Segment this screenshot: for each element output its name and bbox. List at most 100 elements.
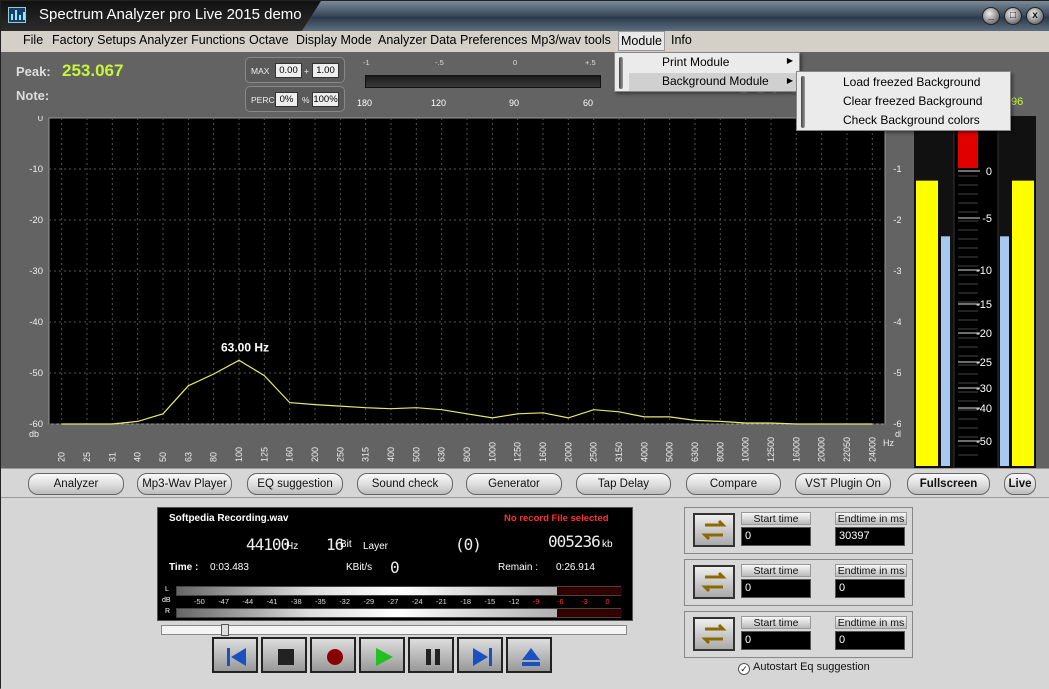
- analyzer-button[interactable]: Analyzer: [28, 473, 124, 495]
- tap-delay-button[interactable]: Tap Delay: [576, 473, 671, 495]
- max-plus-label: +: [304, 66, 309, 76]
- perc-min-input[interactable]: 0%: [275, 92, 298, 107]
- sample-rate-value: 44100: [246, 535, 290, 554]
- menu-factory-setups[interactable]: Factory Setups: [52, 33, 136, 47]
- max-label: MAX: [251, 66, 270, 76]
- mp3-wav-player-button[interactable]: Mp3-Wav Player: [137, 473, 232, 495]
- max-max-input[interactable]: 1.00: [312, 63, 339, 78]
- generator-button[interactable]: Generator: [466, 473, 562, 495]
- menu-preferences[interactable]: Preferences: [460, 33, 527, 47]
- close-button[interactable]: x: [1026, 7, 1044, 25]
- stop-button[interactable]: [261, 637, 307, 673]
- endtime-input[interactable]: 30397: [835, 527, 905, 546]
- submenu-arrow-icon: ▶: [786, 56, 793, 65]
- layer-value: (0): [455, 535, 482, 554]
- seek-bar[interactable]: [161, 624, 627, 636]
- menu-mp3-wav-tools[interactable]: Mp3/wav tools: [531, 33, 611, 47]
- db-scale-label: -12: [508, 597, 520, 606]
- player-display: Softpedia Recording.wav No record File s…: [157, 507, 633, 621]
- play-button[interactable]: [359, 637, 405, 673]
- phase-meter: -1 -.5 0 +.5 180 120 90 60: [353, 56, 611, 111]
- y-unit-left: db: [29, 429, 39, 439]
- x-tick-label: 24000: [867, 437, 877, 462]
- seek-thumb[interactable]: [221, 624, 230, 636]
- layer-label: Layer: [363, 541, 389, 552]
- vu-scale-label: -10: [976, 265, 992, 277]
- level-meter-left: [176, 586, 622, 596]
- app-icon: [8, 7, 26, 23]
- x-tick-label: 125: [259, 447, 269, 462]
- title-bar[interactable]: Spectrum Analyzer pro Live 2015 demo _ □…: [1, 1, 1049, 31]
- vst-plugin-button[interactable]: VST Plugin On: [795, 473, 891, 495]
- peak-label: Peak:: [16, 64, 51, 79]
- db-scale-label: -9: [532, 597, 540, 606]
- max-min-input[interactable]: 0.00: [275, 63, 302, 78]
- live-button[interactable]: Live: [1004, 473, 1036, 495]
- pause-button[interactable]: [408, 637, 454, 673]
- menu-analyzer-data[interactable]: Analyzer Data: [378, 33, 457, 47]
- perc-max-input[interactable]: 100%: [312, 92, 339, 107]
- menu-octave[interactable]: Octave: [249, 33, 289, 47]
- fullscreen-button[interactable]: Fullscreen: [907, 473, 990, 495]
- stop-icon: [278, 649, 294, 665]
- print-module-item[interactable]: Print Module: [662, 55, 729, 69]
- eq-segment-1: Start time Endtime in ms 0 30397: [684, 507, 913, 554]
- y-tick-label-right: -10: [893, 164, 901, 175]
- checkmark-icon: ✓: [738, 663, 750, 675]
- previous-button[interactable]: [212, 637, 258, 673]
- module-dropdown: Print Module ▶ Background Module ▶: [614, 52, 800, 92]
- remain-label: Remain :: [498, 562, 539, 573]
- load-background-item[interactable]: Load freezed Background: [843, 75, 980, 89]
- start-time-input[interactable]: 0: [741, 631, 811, 650]
- background-module-item[interactable]: Background Module: [662, 74, 769, 88]
- endtime-label: Endtime in ms: [835, 512, 907, 525]
- menu-display-mode[interactable]: Display Mode: [296, 33, 372, 47]
- transport-controls: [212, 637, 552, 675]
- perc-control: PERC 0% % 100%: [245, 86, 345, 112]
- submenu-arrow-icon: ▶: [786, 76, 793, 85]
- vu-scale-label: -15: [976, 299, 992, 311]
- remain-value: 0:26.914: [556, 562, 595, 573]
- autostart-checkbox[interactable]: ✓ Autostart Eq suggestion: [738, 661, 870, 675]
- maximize-button[interactable]: □: [1004, 7, 1022, 25]
- spectrum-chart[interactable]: 20 25 31 40 50 63 80 100 125 160 200 250 315 400 500 63…: [21, 116, 901, 468]
- perc-label: PERC: [251, 95, 275, 105]
- start-time-input[interactable]: 0: [741, 579, 811, 598]
- loop-icon[interactable]: [693, 565, 735, 599]
- vu-scale-label: -30: [976, 383, 992, 395]
- x-tick-label: 5000: [665, 442, 675, 462]
- menu-file[interactable]: File: [23, 33, 43, 47]
- eject-button[interactable]: [506, 637, 552, 673]
- endtime-input[interactable]: 0: [835, 579, 905, 598]
- clear-background-item[interactable]: Clear freezed Background: [843, 94, 982, 108]
- check-background-item[interactable]: Check Background colors: [843, 113, 980, 127]
- menu-info[interactable]: Info: [671, 33, 692, 47]
- loop-icon[interactable]: [693, 513, 735, 547]
- minimize-button[interactable]: _: [982, 7, 1000, 25]
- menu-module[interactable]: Module: [618, 31, 665, 51]
- sound-check-button[interactable]: Sound check: [357, 473, 453, 495]
- y-tick-label-left: -20: [29, 215, 43, 226]
- db-scale-label: -44: [242, 597, 254, 606]
- phase-meter-bar: [365, 75, 601, 88]
- db-scale-label: -24: [411, 597, 423, 606]
- x-tick-label: 25: [82, 452, 92, 462]
- y-tick-label-right: -50: [893, 368, 901, 379]
- next-button[interactable]: [457, 637, 503, 673]
- x-tick-label: 31: [107, 452, 117, 462]
- loop-icon[interactable]: [693, 617, 735, 651]
- eject-icon: [522, 648, 540, 666]
- vu-scale-label: -50: [976, 436, 992, 448]
- eq-suggestion-button[interactable]: EQ suggestion: [247, 473, 343, 495]
- level-meter-right: [176, 608, 622, 618]
- x-tick-label: 1250: [513, 442, 523, 462]
- vu-left-rms: [941, 236, 950, 466]
- endtime-input[interactable]: 0: [835, 631, 905, 650]
- record-button[interactable]: [310, 637, 356, 673]
- vu-scale-label: -20: [976, 328, 992, 340]
- menu-analyzer-functions[interactable]: Analyzer Functions: [139, 33, 245, 47]
- start-time-input[interactable]: 0: [741, 527, 811, 546]
- compare-button[interactable]: Compare: [686, 473, 781, 495]
- start-time-label: Start time: [741, 564, 811, 577]
- db-scale-label: 0: [605, 597, 610, 606]
